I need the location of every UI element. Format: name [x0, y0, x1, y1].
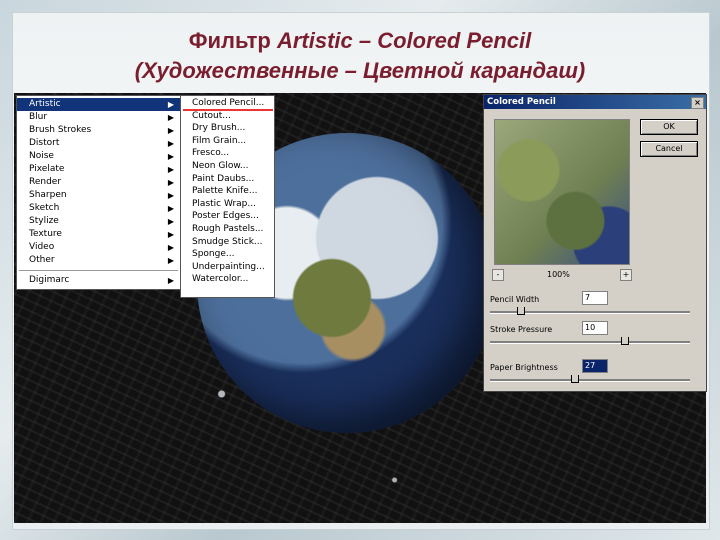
submenu-item[interactable]: Poster Edges...	[181, 210, 274, 223]
submenu-item[interactable]: Underpainting...	[181, 261, 274, 274]
zoom-level: 100%	[547, 270, 570, 279]
menu-item-label: Noise	[29, 151, 54, 161]
submenu-arrow-icon: ▶	[167, 230, 174, 239]
menu-item-label: Render	[29, 177, 62, 187]
submenu-item[interactable]: Plastic Wrap...	[181, 198, 274, 211]
param-value-input[interactable]: 7	[582, 291, 608, 305]
menu-item-label: Brush Strokes	[29, 125, 92, 135]
slide-title: Фильтр Artistic – Colored Pencil (Художе…	[20, 26, 700, 86]
menu-item-distort[interactable]: Distort ▶	[17, 137, 180, 150]
submenu-item[interactable]: Watercolor...	[181, 273, 274, 286]
menu-item-label: Digimarc	[29, 275, 70, 285]
close-icon[interactable]: ×	[691, 97, 704, 109]
menu-item-noise[interactable]: Noise ▶	[17, 150, 180, 163]
menu-item-label: Artistic	[29, 99, 61, 109]
title-prefix: Фильтр	[188, 28, 277, 53]
highlight-underline	[183, 109, 273, 111]
submenu-arrow-icon: ▶	[167, 139, 174, 148]
menu-item-label: Blur	[29, 112, 48, 122]
filter-menu: Artistic ▶ Blur ▶ Brush Strokes ▶ Distort ▶ Nois…	[16, 95, 181, 290]
menu-item-label: Sketch	[29, 203, 60, 213]
menu-item-sharpen[interactable]: Sharpen ▶	[17, 189, 180, 202]
slider-track[interactable]	[490, 379, 690, 382]
artistic-submenu: Colored Pencil... Cutout... Dry Brush... Fi…	[180, 95, 275, 298]
submenu-arrow-icon: ▶	[167, 152, 174, 161]
submenu-item[interactable]: Rough Pastels...	[181, 223, 274, 236]
submenu-arrow-icon: ▶	[167, 126, 174, 135]
menu-item-sketch[interactable]: Sketch ▶	[17, 202, 180, 215]
menu-item-digimarc[interactable]: Digimarc ▶	[17, 274, 180, 287]
zoom-control: - 100% +	[492, 269, 632, 281]
title-italic: Artistic – Colored Pencil	[276, 28, 532, 53]
menu-separator	[19, 270, 178, 271]
filter-preview[interactable]	[494, 119, 630, 265]
dialog-title: Colored Pencil	[487, 97, 556, 107]
submenu-item[interactable]: Dry Brush...	[181, 122, 274, 135]
menu-item-render[interactable]: Render ▶	[17, 176, 180, 189]
menu-item-artistic[interactable]: Artistic ▶	[17, 98, 180, 111]
menu-item-label: Other	[29, 255, 55, 265]
submenu-arrow-icon: ▶	[167, 165, 174, 174]
slider-thumb[interactable]	[571, 375, 579, 383]
zoom-in-button[interactable]: +	[620, 269, 632, 281]
title-subtitle: (Художественные – Цветной карандаш)	[134, 58, 586, 83]
submenu-arrow-icon: ▶	[167, 276, 174, 285]
submenu-arrow-icon: ▶	[167, 243, 174, 252]
menu-item-label: Stylize	[29, 216, 59, 226]
slider-thumb[interactable]	[621, 337, 629, 345]
colored-pencil-dialog: Colored Pencil × OK Cancel - 100% + Penc…	[483, 94, 707, 392]
slider-thumb[interactable]	[517, 307, 525, 315]
submenu-item[interactable]: Palette Knife...	[181, 185, 274, 198]
menu-item-brush-strokes[interactable]: Brush Strokes ▶	[17, 124, 180, 137]
param-value-input[interactable]: 10	[582, 321, 608, 335]
menu-item-label: Distort	[29, 138, 60, 148]
param-stroke-pressure: Stroke Pressure 10	[490, 321, 700, 357]
submenu-item[interactable]: Fresco...	[181, 147, 274, 160]
zoom-out-button[interactable]: -	[492, 269, 504, 281]
param-label: Pencil Width	[490, 295, 540, 304]
submenu-item[interactable]: Sponge...	[181, 248, 274, 261]
menu-item-stylize[interactable]: Stylize ▶	[17, 215, 180, 228]
submenu-item[interactable]: Paint Daubs...	[181, 173, 274, 186]
submenu-arrow-icon: ▶	[167, 178, 174, 187]
submenu-item[interactable]: Smudge Stick...	[181, 236, 274, 249]
param-label: Paper Brightness	[490, 363, 558, 372]
submenu-arrow-icon: ▶	[167, 204, 174, 213]
menu-item-other[interactable]: Other ▶	[17, 254, 180, 267]
submenu-item[interactable]: Cutout...	[181, 110, 274, 123]
submenu-item[interactable]: Film Grain...	[181, 135, 274, 148]
submenu-arrow-icon: ▶	[167, 217, 174, 226]
param-paper-brightness: Paper Brightness 27	[490, 359, 700, 395]
submenu-item[interactable]: Colored Pencil...	[181, 97, 274, 110]
menu-item-texture[interactable]: Texture ▶	[17, 228, 180, 241]
menu-item-label: Pixelate	[29, 164, 65, 174]
submenu-arrow-icon: ▶	[167, 256, 174, 265]
menu-item-label: Texture	[29, 229, 62, 239]
menu-item-pixelate[interactable]: Pixelate ▶	[17, 163, 180, 176]
submenu-arrow-icon: ▶	[167, 100, 174, 109]
menu-item-video[interactable]: Video ▶	[17, 241, 180, 254]
menu-item-label: Video	[29, 242, 55, 252]
dialog-titlebar: Colored Pencil ×	[484, 95, 706, 109]
menu-item-label: Sharpen	[29, 190, 67, 200]
slider-track[interactable]	[490, 341, 690, 344]
param-label: Stroke Pressure	[490, 325, 553, 334]
cancel-button[interactable]: Cancel	[640, 141, 698, 157]
ok-button[interactable]: OK	[640, 119, 698, 135]
param-value-input[interactable]: 27	[582, 359, 608, 373]
submenu-item[interactable]: Neon Glow...	[181, 160, 274, 173]
submenu-arrow-icon: ▶	[167, 113, 174, 122]
menu-item-blur[interactable]: Blur ▶	[17, 111, 180, 124]
submenu-arrow-icon: ▶	[167, 191, 174, 200]
